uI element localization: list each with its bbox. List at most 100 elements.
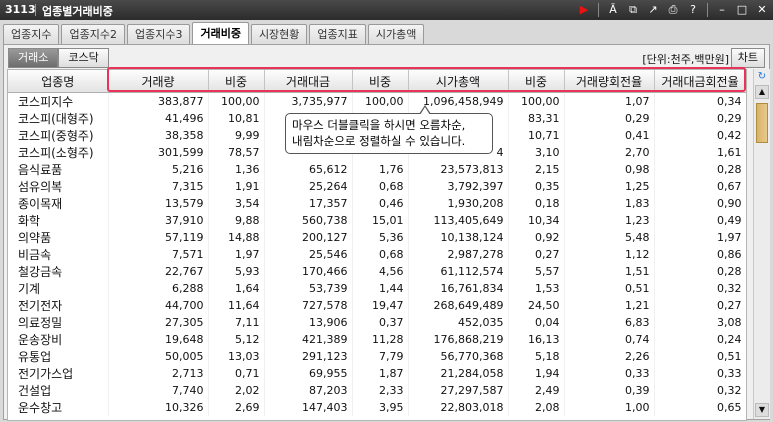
table-row[interactable]: 의약품 57,119 14,88 200,127 5,36 10,138,124 0,92 5… bbox=[8, 229, 746, 246]
table-cell: 3,10 bbox=[508, 144, 565, 161]
column-header[interactable]: 비중 bbox=[208, 70, 265, 93]
sector-name: 음식료품 bbox=[8, 161, 109, 178]
table-cell: 23,573,813 bbox=[408, 161, 509, 178]
table-row[interactable]: 유통업 50,005 13,03 291,123 7,79 56,770,368 5,18 2… bbox=[8, 348, 746, 365]
table-row[interactable]: 음식료품 5,216 1,36 65,612 1,76 23,573,813 2,15 0,9… bbox=[8, 161, 746, 178]
tab-1[interactable]: 업종지수2 bbox=[61, 24, 125, 45]
market-button-kospi[interactable]: 거래소 bbox=[8, 48, 59, 68]
tab-6[interactable]: 시가총액 bbox=[367, 24, 425, 45]
tab-2[interactable]: 업종지수3 bbox=[126, 24, 191, 45]
refresh-icon[interactable]: ↻ bbox=[755, 71, 769, 83]
font-size-icon[interactable]: Ā bbox=[604, 2, 622, 18]
column-header[interactable]: 거래량 bbox=[108, 70, 209, 93]
table-cell: 0,49 bbox=[654, 212, 746, 229]
table-cell: 1,12 bbox=[564, 246, 655, 263]
arrow-icon[interactable]: ↗ bbox=[644, 2, 662, 18]
unit-label: [단위:천주,백만원] bbox=[642, 53, 729, 66]
column-header[interactable]: 비중 bbox=[508, 70, 565, 93]
table-cell: 2,987,278 bbox=[408, 246, 509, 263]
minimize-icon[interactable]: – bbox=[713, 2, 731, 18]
table-cell: 7,79 bbox=[352, 348, 409, 365]
table-row[interactable]: 운송장비 19,648 5,12 421,389 11,28 176,868,219 16,… bbox=[8, 331, 746, 348]
table-cell: 0,29 bbox=[654, 110, 746, 127]
table-row[interactable]: 종이목재 13,579 3,54 17,357 0,46 1,930,208 0,18 1,8… bbox=[8, 195, 746, 212]
column-header[interactable]: 거래량회전율 bbox=[564, 70, 655, 93]
table-cell: 1,83 bbox=[564, 195, 655, 212]
table-cell: 2,49 bbox=[508, 382, 565, 399]
table-cell: 0,28 bbox=[654, 161, 746, 178]
table-cell: 2,70 bbox=[564, 144, 655, 161]
maximize-icon[interactable]: □ bbox=[733, 2, 751, 18]
column-header[interactable]: 비중 bbox=[352, 70, 409, 93]
table-cell: 13,906 bbox=[264, 314, 353, 331]
table-cell: 2,69 bbox=[208, 399, 265, 416]
table-cell: 452,035 bbox=[408, 314, 509, 331]
table-row[interactable]: 화학 37,910 9,88 560,738 15,01 113,405,649 10,34… bbox=[8, 212, 746, 229]
table-cell: 11,28 bbox=[352, 331, 409, 348]
table-cell: 560,738 bbox=[264, 212, 353, 229]
table-row[interactable]: 의료정밀 27,305 7,11 13,906 0,37 452,035 0,04 6,83 3… bbox=[8, 314, 746, 331]
table-row[interactable]: 비금속 7,571 1,97 25,546 0,68 2,987,278 0,27 1,12 0… bbox=[8, 246, 746, 263]
table-cell: 100,00 bbox=[508, 92, 565, 110]
table-cell: 1,87 bbox=[352, 365, 409, 382]
column-header[interactable]: 시가총액 bbox=[408, 70, 509, 93]
table-cell: 0,33 bbox=[654, 365, 746, 382]
table-cell: 0,33 bbox=[564, 365, 655, 382]
table-cell: 0,28 bbox=[654, 263, 746, 280]
table-row[interactable]: 건설업 7,740 2,02 87,203 2,33 27,297,587 2,49 0,39… bbox=[8, 382, 746, 399]
table-cell: 10,81 bbox=[208, 110, 265, 127]
table-cell: 7,315 bbox=[108, 178, 209, 195]
table-row[interactable]: 섬유의복 7,315 1,91 25,264 0,68 3,792,397 0,35 1,25… bbox=[8, 178, 746, 195]
table-cell: 6,83 bbox=[564, 314, 655, 331]
scroll-down-icon[interactable]: ▼ bbox=[755, 403, 769, 417]
tab-3[interactable]: 거래비중 bbox=[192, 22, 249, 45]
table-cell: 0,65 bbox=[654, 399, 746, 416]
column-header[interactable]: 거래대금회전율 bbox=[654, 70, 746, 93]
table-cell: 69,955 bbox=[264, 365, 353, 382]
chart-button[interactable]: 차트 bbox=[730, 48, 765, 68]
table-cell: 1,23 bbox=[564, 212, 655, 229]
tab-5[interactable]: 업종지표 bbox=[309, 24, 366, 45]
column-header[interactable]: 거래대금 bbox=[264, 70, 353, 93]
table-row[interactable]: 철강금속 22,767 5,93 170,466 4,56 61,112,574 5,57 1… bbox=[8, 263, 746, 280]
table-cell: 10,138,124 bbox=[408, 229, 509, 246]
scroll-thumb[interactable] bbox=[756, 103, 768, 143]
close-icon[interactable]: ✕ bbox=[753, 2, 771, 18]
table-cell: 1,97 bbox=[654, 229, 746, 246]
scroll-up-icon[interactable]: ▲ bbox=[755, 85, 769, 99]
market-button-kosdaq[interactable]: 코스닥 bbox=[58, 48, 109, 68]
table-cell: 0,67 bbox=[654, 178, 746, 195]
tab-0[interactable]: 업종지수 bbox=[3, 24, 60, 45]
link-icon[interactable]: ⧉ bbox=[624, 2, 642, 18]
table-row[interactable]: 기계 6,288 1,64 53,739 1,44 16,761,834 1,53 0,51 0… bbox=[8, 280, 746, 297]
table-cell: 10,71 bbox=[508, 127, 565, 144]
table-cell: 16,13 bbox=[508, 331, 565, 348]
sector-name: 섬유의복 bbox=[8, 178, 109, 195]
table-cell: 200,127 bbox=[264, 229, 353, 246]
tab-4[interactable]: 시장현황 bbox=[250, 24, 308, 45]
table-cell: 2,15 bbox=[508, 161, 565, 178]
print-icon[interactable]: ⎙ bbox=[664, 2, 682, 18]
help-icon[interactable]: ? bbox=[684, 2, 702, 18]
table-cell: 5,36 bbox=[352, 229, 409, 246]
table-cell: 0,29 bbox=[564, 110, 655, 127]
table-cell: 5,18 bbox=[508, 348, 565, 365]
table-row[interactable]: 전기전자 44,700 11,64 727,578 19,47 268,649,489 24… bbox=[8, 297, 746, 314]
table-cell: 100,00 bbox=[208, 92, 265, 110]
table-cell: 0,04 bbox=[508, 314, 565, 331]
table-cell: 3,735,977 bbox=[264, 92, 353, 110]
table-cell: 268,649,489 bbox=[408, 297, 509, 314]
play-icon[interactable]: ▶ bbox=[575, 2, 593, 18]
table-cell: 1,51 bbox=[564, 263, 655, 280]
table-cell: 1,25 bbox=[564, 178, 655, 195]
column-header[interactable]: 업종명 bbox=[8, 70, 109, 93]
table-cell: 3,95 bbox=[352, 399, 409, 416]
vertical-scrollbar[interactable]: ↻ ▲ ▼ bbox=[753, 69, 770, 419]
sector-name: 비금속 bbox=[8, 246, 109, 263]
table-cell: 0,32 bbox=[654, 382, 746, 399]
table-cell: 2,08 bbox=[508, 399, 565, 416]
table-row[interactable]: 운수창고 10,326 2,69 147,403 3,95 22,803,018 2,08 1… bbox=[8, 399, 746, 416]
table-cell: 0,90 bbox=[654, 195, 746, 212]
table-row[interactable]: 전기가스업 2,713 0,71 69,955 1,87 21,284,058 1,94 0,… bbox=[8, 365, 746, 382]
table-row[interactable]: 코스피지수 383,877 100,00 3,735,977 100,00 1,096,4… bbox=[8, 92, 746, 110]
